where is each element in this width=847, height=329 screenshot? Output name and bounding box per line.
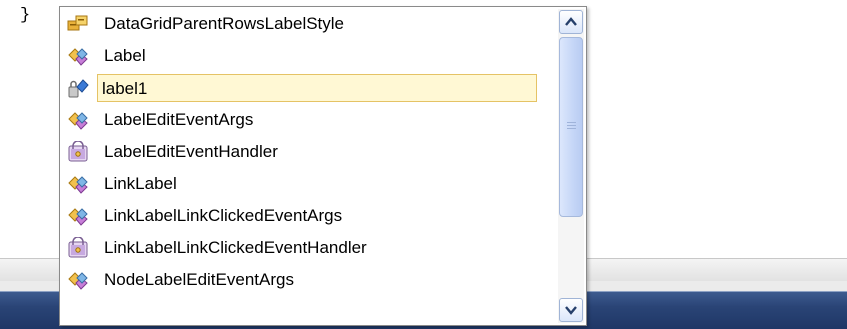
thumb-grip [567,125,576,126]
list-item[interactable]: NodeLabelEditEventArgs [63,265,553,295]
chevron-down-icon [565,306,577,315]
list-item[interactable]: LinkLabel [63,169,553,199]
class-icon [67,45,89,67]
list-item-selected[interactable]: label1 [63,73,553,103]
list-item-label: LabelEditEventHandler [104,142,278,161]
list-item-label: DataGridParentRowsLabelStyle [104,14,345,33]
code-brace: } [20,6,31,25]
delegate-icon [67,140,89,163]
scroll-down-button[interactable] [559,298,583,322]
chevron-up-icon [565,17,577,26]
list-item-label: Label [104,46,146,65]
list-item[interactable]: LabelEditEventHandler [63,137,553,167]
list-item-label: LabelEditEventArgs [104,110,254,129]
thumb-grip [567,128,576,129]
list-item-label: LinkLabel [104,174,177,193]
class-icon [67,205,89,227]
list-item-label: LinkLabelLinkClickedEventArgs [104,206,343,225]
class-icon [67,109,89,131]
list-item-label: label1 [97,74,537,102]
vertical-scrollbar[interactable] [558,9,584,323]
scroll-thumb[interactable] [559,37,583,217]
field-icon [67,77,89,99]
list-item[interactable]: LinkLabelLinkClickedEventHandler [63,233,553,263]
list-item[interactable]: DataGridParentRowsLabelStyle [63,9,553,39]
list-item-label: LinkLabelLinkClickedEventHandler [104,238,367,257]
enum-icon [67,13,89,35]
class-icon [67,173,89,195]
scroll-up-button[interactable] [559,10,583,34]
delegate-icon [67,236,89,259]
completion-items[interactable]: DataGridParentRowsLabelStyle Label label… [60,7,554,325]
thumb-grip [567,122,576,123]
list-item[interactable]: Label [63,41,553,71]
list-item[interactable]: LinkLabelLinkClickedEventArgs [63,201,553,231]
intellisense-completion-list[interactable]: DataGridParentRowsLabelStyle Label label… [59,6,587,326]
list-item[interactable]: LabelEditEventArgs [63,105,553,135]
class-icon [67,269,89,291]
list-item-label: NodeLabelEditEventArgs [104,270,294,289]
